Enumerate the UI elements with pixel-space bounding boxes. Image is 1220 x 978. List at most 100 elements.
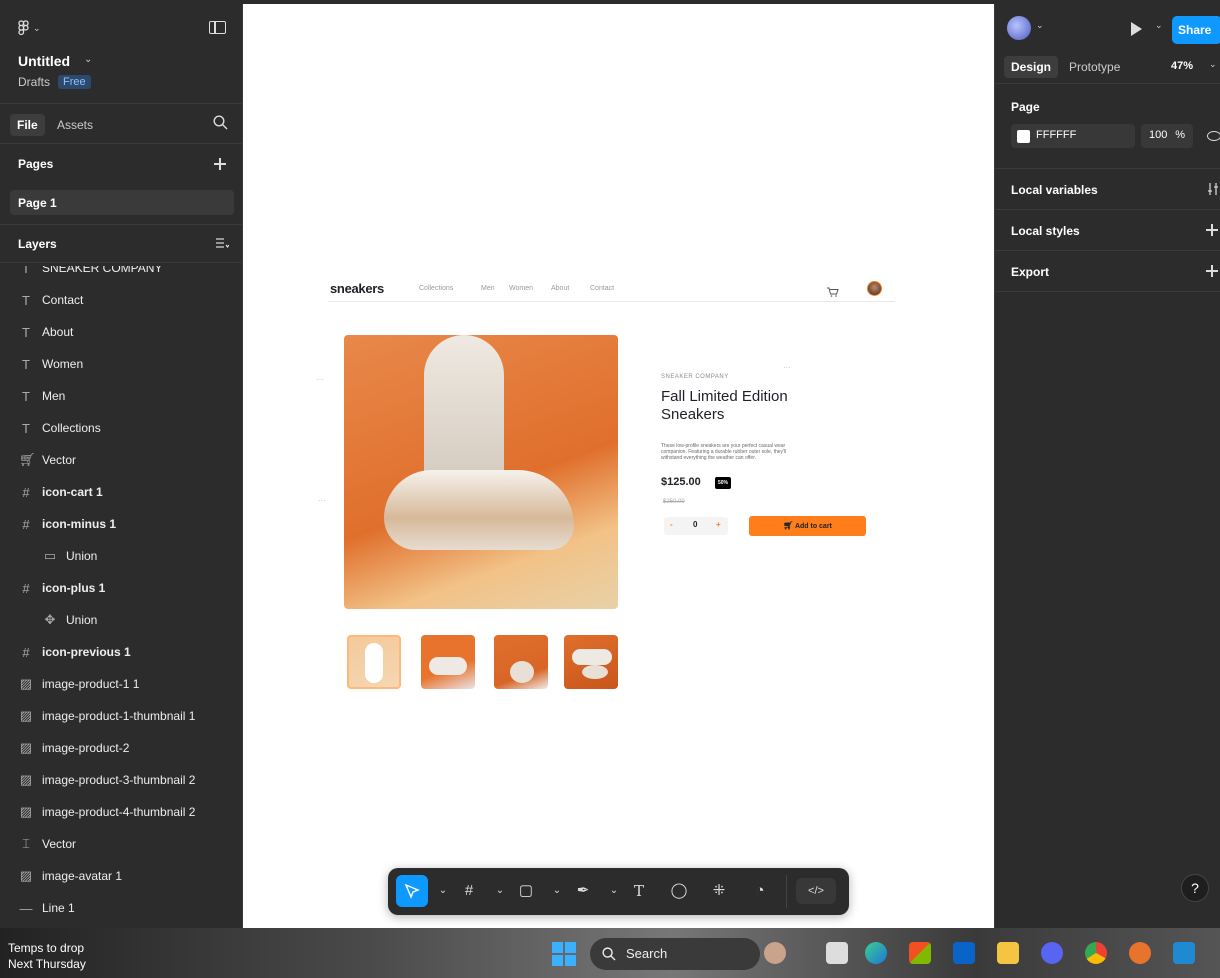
add-style-icon[interactable] bbox=[1206, 224, 1218, 236]
thumbnail-3[interactable] bbox=[494, 635, 548, 689]
layer-label: icon-previous 1 bbox=[42, 645, 131, 659]
comment-tool-icon[interactable]: ◯ bbox=[666, 878, 692, 904]
old-price: $250.00 bbox=[663, 499, 685, 505]
layer-row[interactable]: ▨ image-product-1-thumbnail 1 bbox=[0, 700, 243, 732]
discord-icon[interactable] bbox=[1041, 942, 1063, 964]
layer-row[interactable]: ▭ Union bbox=[0, 540, 243, 572]
help-button[interactable]: ? bbox=[1181, 874, 1209, 902]
opacity-field[interactable]: 100 % bbox=[1141, 124, 1193, 148]
thumbnail-4[interactable] bbox=[564, 635, 618, 689]
sidebar-toggle-icon[interactable] bbox=[209, 21, 226, 34]
opacity-value[interactable]: 100 bbox=[1149, 129, 1167, 141]
shoe-shape bbox=[572, 649, 612, 665]
canvas[interactable]: sneakers Collections Men Women About Con… bbox=[243, 4, 994, 928]
layer-row[interactable]: T Contact bbox=[0, 284, 243, 316]
local-styles-section[interactable]: Local styles bbox=[995, 210, 1220, 251]
layer-row[interactable]: T Men bbox=[0, 380, 243, 412]
layer-label: Line 1 bbox=[42, 901, 75, 915]
figma-menu-button[interactable]: ⌄ bbox=[18, 20, 41, 36]
zoom-level[interactable]: 47% bbox=[1171, 60, 1193, 72]
layer-row[interactable]: — Line 1 bbox=[0, 892, 243, 924]
user-avatar[interactable] bbox=[1007, 16, 1031, 40]
layer-row[interactable]: ▨ image-product-1 1 bbox=[0, 668, 243, 700]
chevron-down-icon[interactable]: ⌄ bbox=[430, 878, 456, 904]
share-button[interactable]: Share bbox=[1172, 16, 1220, 44]
layer-row[interactable]: # icon-minus 1 bbox=[0, 508, 243, 540]
layer-row[interactable]: T About bbox=[0, 316, 243, 348]
stone-shape bbox=[582, 665, 608, 679]
add-export-icon[interactable] bbox=[1206, 265, 1218, 277]
layer-label: icon-cart 1 bbox=[42, 485, 103, 499]
copilot-icon[interactable] bbox=[764, 942, 786, 964]
tab-file[interactable]: File bbox=[10, 114, 45, 136]
local-variables-section[interactable]: Local variables bbox=[995, 169, 1220, 210]
layer-row[interactable]: 🛒︎ Vector bbox=[0, 444, 243, 476]
layer-H-icon: ⌶ bbox=[22, 836, 30, 851]
dev-mode-toggle[interactable]: </> bbox=[796, 878, 836, 904]
search-icon[interactable] bbox=[213, 115, 228, 130]
chevron-down-icon[interactable]: ⌄ bbox=[1036, 20, 1044, 31]
add-page-icon[interactable] bbox=[214, 158, 226, 170]
color-swatch[interactable] bbox=[1017, 130, 1030, 143]
thumbnail-1[interactable] bbox=[347, 635, 401, 689]
windows-start-icon[interactable] bbox=[552, 942, 576, 966]
layer-label: image-avatar 1 bbox=[42, 869, 123, 883]
file-explorer-icon[interactable] bbox=[997, 942, 1019, 964]
layer-row[interactable]: T Women bbox=[0, 348, 243, 380]
layer-row[interactable]: ⌶ Vector bbox=[0, 828, 243, 860]
hex-value[interactable]: FFFFFF bbox=[1036, 129, 1076, 141]
layer-row[interactable]: ▨ image-product-3-thumbnail 2 bbox=[0, 764, 243, 796]
vscode-icon[interactable] bbox=[1173, 942, 1195, 964]
weather-widget[interactable]: Temps to drop Next Thursday bbox=[8, 940, 86, 972]
actions-tool-icon[interactable]: ⁜ bbox=[706, 878, 732, 904]
tab-design[interactable]: Design bbox=[1004, 56, 1059, 78]
tab-assets[interactable]: Assets bbox=[50, 114, 100, 136]
layers-menu-icon[interactable] bbox=[216, 238, 229, 249]
local-styles-label[interactable]: Local styles bbox=[1011, 224, 1080, 238]
eye-icon[interactable] bbox=[1207, 131, 1220, 141]
move-tool-button[interactable] bbox=[396, 875, 428, 907]
chevron-down-icon[interactable]: ⌄ bbox=[84, 54, 92, 65]
sliders-icon[interactable] bbox=[1207, 183, 1219, 195]
outlook-icon[interactable] bbox=[953, 942, 975, 964]
taskbar-search[interactable]: Search bbox=[590, 938, 760, 970]
rectangle-tool-icon[interactable]: ▢ bbox=[513, 878, 539, 904]
layer-row[interactable]: ▨ image-product-4-thumbnail 2 bbox=[0, 796, 243, 828]
design-frame[interactable]: sneakers Collections Men Women About Con… bbox=[316, 274, 895, 704]
pen-tool-icon[interactable]: ✒︎ bbox=[570, 878, 596, 904]
chevron-down-icon[interactable]: ⌄ bbox=[1155, 20, 1163, 31]
layer-row[interactable]: ▨ image-avatar 1 bbox=[0, 860, 243, 892]
shoe-shape bbox=[384, 470, 574, 550]
frame-tool-icon[interactable]: # bbox=[456, 878, 482, 904]
export-section[interactable]: Export bbox=[995, 251, 1220, 292]
page-item[interactable]: Page 1 bbox=[10, 190, 234, 215]
background-color-field[interactable]: FFFFFF bbox=[1011, 124, 1135, 148]
layer-row[interactable]: ✥ Union bbox=[0, 604, 243, 636]
draw-tool-icon[interactable]: ◔ bbox=[747, 878, 773, 904]
store-icon[interactable] bbox=[909, 942, 931, 964]
export-label[interactable]: Export bbox=[1011, 265, 1049, 279]
text-tool-icon[interactable]: T bbox=[626, 878, 652, 904]
layer-row[interactable]: # icon-previous 1 bbox=[0, 636, 243, 668]
chrome-icon[interactable] bbox=[1085, 942, 1107, 964]
thumbnail-2[interactable] bbox=[421, 635, 475, 689]
figma-app-icon[interactable] bbox=[1129, 942, 1151, 964]
play-icon[interactable] bbox=[1131, 22, 1142, 36]
chevron-down-icon[interactable]: ⌄ bbox=[1209, 59, 1217, 70]
layer-row[interactable]: # icon-plus 1 bbox=[0, 572, 243, 604]
tab-prototype[interactable]: Prototype bbox=[1062, 56, 1127, 78]
layer-image-icon: ▨ bbox=[19, 740, 33, 755]
layer-row[interactable]: ▨ image-product-2 bbox=[0, 732, 243, 764]
chevron-down-icon[interactable]: ⌄ bbox=[487, 878, 513, 904]
drafts-link[interactable]: Drafts bbox=[18, 75, 50, 89]
edge-icon[interactable] bbox=[865, 942, 887, 964]
local-variables-label[interactable]: Local variables bbox=[1011, 183, 1098, 197]
task-view-icon[interactable] bbox=[826, 942, 848, 964]
add-to-cart-label: Add to cart bbox=[794, 523, 832, 530]
layer-row[interactable]: # icon-cart 1 bbox=[0, 476, 243, 508]
layer-row[interactable]: T SNEAKER COMPANY bbox=[0, 266, 243, 284]
file-title[interactable]: Untitled bbox=[18, 53, 70, 69]
layer-row[interactable]: T Collections bbox=[0, 412, 243, 444]
chevron-down-icon[interactable]: ⌄ bbox=[544, 878, 570, 904]
chevron-down-icon[interactable]: ⌄ bbox=[601, 878, 627, 904]
